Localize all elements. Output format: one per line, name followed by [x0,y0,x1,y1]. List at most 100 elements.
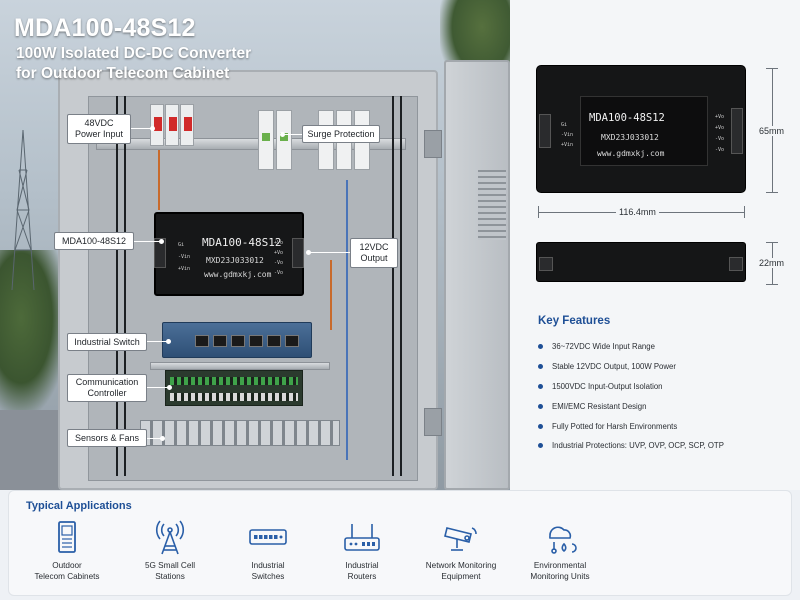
security-camera-icon [444,527,477,551]
callout-text: 48VDC [84,118,114,128]
feature-text: Fully Potted for Harsh Environments [552,421,678,431]
application-label: Network Monitoring Equipment [406,561,516,582]
product-code: MXD23J033012 [601,133,659,142]
network-switch-icon [249,529,287,545]
callout-text: MDA100-48S12 [61,235,127,246]
cable [400,96,402,476]
applications-title: Typical Applications [26,500,132,512]
feature-text: 1500VDC Input-Output Isolation [552,381,663,391]
application-label: Outdoor Telecom Cabinets [12,561,122,582]
application-label-line: Environmental [533,561,587,570]
antenna-tower-icon [155,520,185,555]
pin-label: +Vo [274,240,284,246]
subtitle-line: for Outdoor Telecom Cabinet [16,65,230,82]
callout-dot [159,239,164,244]
pin-label: +Vin [561,142,574,148]
application-item: Outdoor Telecom Cabinets [12,520,122,590]
pin-label: Gi [561,122,568,128]
bullet-icon [538,423,543,429]
dimension-line [766,192,778,193]
application-label-line: Equipment [441,571,481,581]
application-label-line: Monitoring Units [530,571,590,581]
application-label-line: Industrial [251,561,285,570]
feature-item: Fully Potted for Harsh Environments [538,416,793,436]
pin-label: +Vin [178,266,191,272]
bullet-icon [538,403,543,409]
feature-text: Industrial Protections: UVP, OVP, OCP, S… [552,441,724,451]
application-label-line: Telecom Cabinets [34,571,100,581]
callout-dot [280,132,285,137]
module-model: MDA100-48S12 [202,236,282,249]
environment-sensor-icon [549,526,577,554]
product-label-window: MDA100-48S12 MXD23J033012 www.gdmxkj.com [580,96,708,166]
door-vent [478,170,506,240]
module-code: MXD23J033012 [206,256,264,265]
dcdc-module-installed: MDA100-48S12 MXD23J033012 www.gdmxkj.com… [154,212,304,296]
dimension-line [744,206,745,218]
callout-module: MDA100-48S12 [54,232,134,250]
cable [330,260,332,330]
cabinet-icon [58,521,76,553]
terminal-block-row [140,420,340,446]
feature-item: 1500VDC Input-Output Isolation [538,377,793,397]
dimension-line [538,206,539,218]
callout-text: Controller [87,388,127,398]
callout-dot [306,250,311,255]
telecom-tower-icon [11,130,35,290]
subtitle-line: 100W Isolated DC-DC Converter [16,45,252,62]
application-item: Industrial Routers [307,520,417,590]
callout-text: Sensors & Fans [74,432,140,443]
cabinet-door [444,60,510,490]
key-features-list: 36~72VDC Wide Input Range Stable 12VDC O… [538,337,793,456]
application-label: 5G Small Cell Stations [115,561,225,582]
application-label-line: Outdoor [52,561,82,570]
application-label-line: Switches [251,571,285,581]
callout-dot [160,436,165,441]
cable [124,96,126,476]
application-item: Network Monitoring Equipment [406,520,516,590]
surge-protector [258,110,274,170]
pin-label: +Vo [274,250,284,256]
callout-dot [166,339,171,344]
product-side-view [536,242,746,282]
application-item: 5G Small Cell Stations [115,520,225,590]
callout-industrial-switch: Industrial Switch [67,333,147,351]
circuit-breaker [180,104,194,146]
pin-label: Gi [178,242,185,248]
feature-item: EMI/EMC Resistant Design [538,396,793,416]
circuit-breaker [150,104,164,146]
callout-leader [133,241,161,242]
callout-dot [167,385,172,390]
callout-leader [130,128,152,129]
page-subtitle: 100W Isolated DC-DC Converter for Outdoo… [16,44,251,84]
application-item: Environmental Monitoring Units [505,520,615,590]
dimension-line [766,284,778,285]
pin-label: +Vo [715,114,725,120]
height-dimension: 65mm [759,126,785,136]
application-label-line: Network Monitoring [425,561,497,570]
dimension-line [766,68,778,69]
callout-text: Power Input [74,129,124,139]
feature-text: Stable 12VDC Output, 100W Power [552,362,676,372]
cable [392,96,394,476]
callout-dot [150,126,155,131]
industrial-switch-device [162,322,312,358]
callout-communication-controller: Communication Controller [67,374,147,402]
feature-text: EMI/EMC Resistant Design [552,401,647,411]
pin-label: -Vin [561,132,574,138]
feature-text: 36~72VDC Wide Input Range [552,342,655,352]
router-icon [344,524,380,551]
pin-label: -Vo [715,136,725,142]
callout-text: Communication [75,377,139,387]
callout-output: 12VDC Output [350,238,398,268]
pin-label: -Vin [178,254,191,260]
pin-label: +Vo [715,125,725,131]
communication-controller-device [165,370,303,406]
product-url: www.gdmxkj.com [597,149,665,158]
depth-dimension: 22mm [759,258,785,268]
application-label: Environmental Monitoring Units [505,561,615,582]
pin-label: -Vo [715,147,725,153]
application-label-line: Stations [155,571,185,581]
callout-surge-protection: Surge Protection [302,125,380,143]
door-hinge [424,130,442,158]
